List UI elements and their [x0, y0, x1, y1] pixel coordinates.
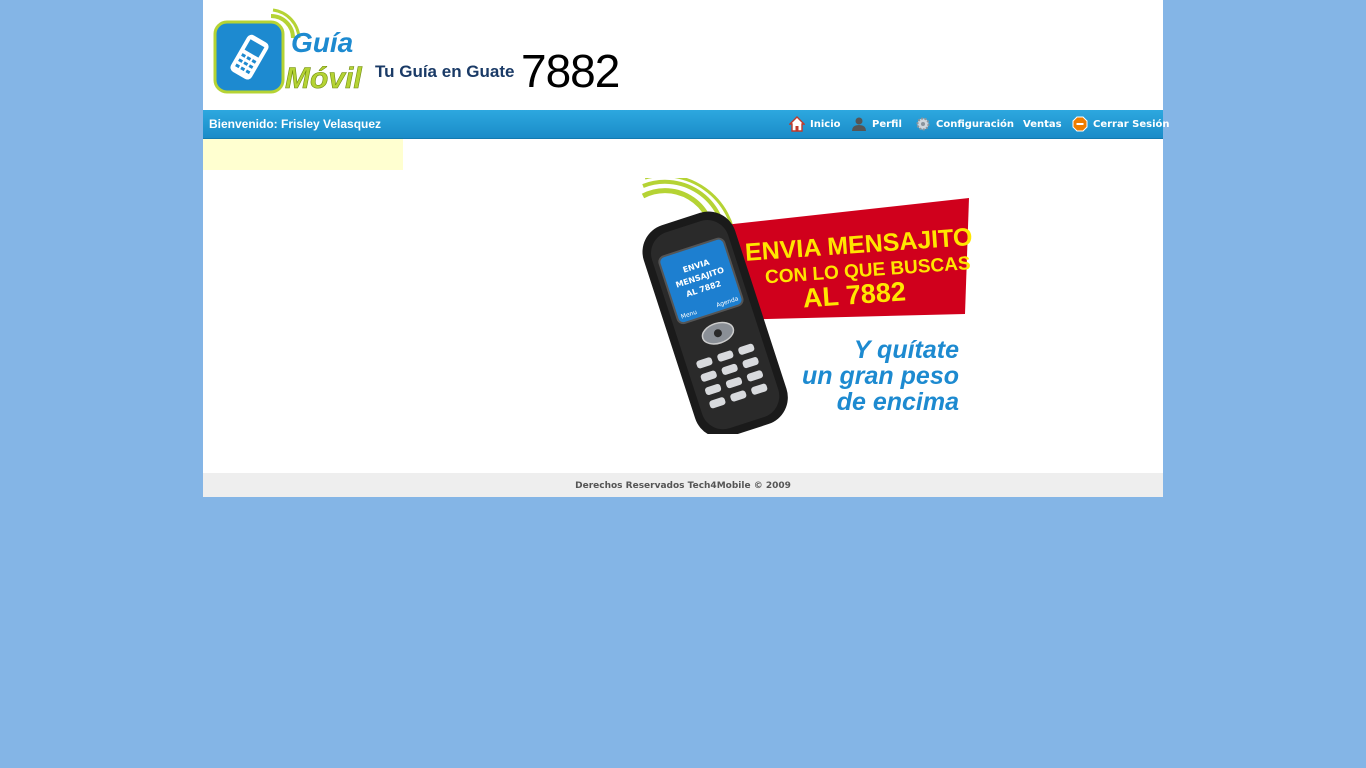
- logout-icon: [1072, 116, 1088, 132]
- promo-banner: ENVIA MENSAJITO CON LO QUE BUSCAS AL 788…: [641, 178, 973, 434]
- nav-label-inicio: Inicio: [810, 118, 841, 130]
- nav-item-configuracion[interactable]: Configuración: [915, 115, 1014, 133]
- slogan-line-3: de encima: [837, 388, 959, 416]
- logo-text-guia: Guía: [291, 27, 353, 58]
- slogan-line-2: un gran peso: [802, 362, 959, 390]
- nav-item-ventas[interactable]: Ventas: [1023, 115, 1062, 133]
- copyright-text: Derechos Reservados Tech4Mobile © 2009: [575, 481, 791, 491]
- nav-label-perfil: Perfil: [872, 118, 902, 130]
- footer: Derechos Reservados Tech4Mobile © 2009: [203, 473, 1163, 497]
- page-container: Guía Móvil Tu Guía en Guate 7882 Bienven…: [203, 0, 1170, 497]
- slogan-line-1: Y quítate: [854, 336, 959, 364]
- nav-item-inicio[interactable]: Inicio: [789, 115, 841, 133]
- nav-label-cerrar-sesion: Cerrar Sesión: [1093, 118, 1170, 130]
- gear-icon: [916, 117, 930, 131]
- guia-movil-logo[interactable]: Guía Móvil: [213, 8, 365, 96]
- header: Guía Móvil Tu Guía en Guate 7882: [203, 0, 1163, 110]
- nav-label-configuracion: Configuración: [936, 118, 1015, 130]
- nav-label-ventas: Ventas: [1023, 118, 1062, 130]
- home-icon: [789, 116, 805, 132]
- profile-icon: [852, 117, 866, 131]
- tagline: Tu Guía en Guate: [375, 62, 515, 81]
- notice-box: [203, 139, 403, 170]
- nav-item-cerrar-sesion[interactable]: Cerrar Sesión: [1072, 115, 1170, 133]
- welcome-text: Bienvenido: Frisley Velasquez: [209, 117, 382, 131]
- nav-item-perfil[interactable]: Perfil: [851, 115, 902, 133]
- sms-number: 7882: [521, 45, 620, 97]
- nav-bar: Bienvenido: Frisley Velasquez Inicio Per…: [203, 110, 1170, 139]
- logo-text-movil: Móvil: [285, 62, 362, 95]
